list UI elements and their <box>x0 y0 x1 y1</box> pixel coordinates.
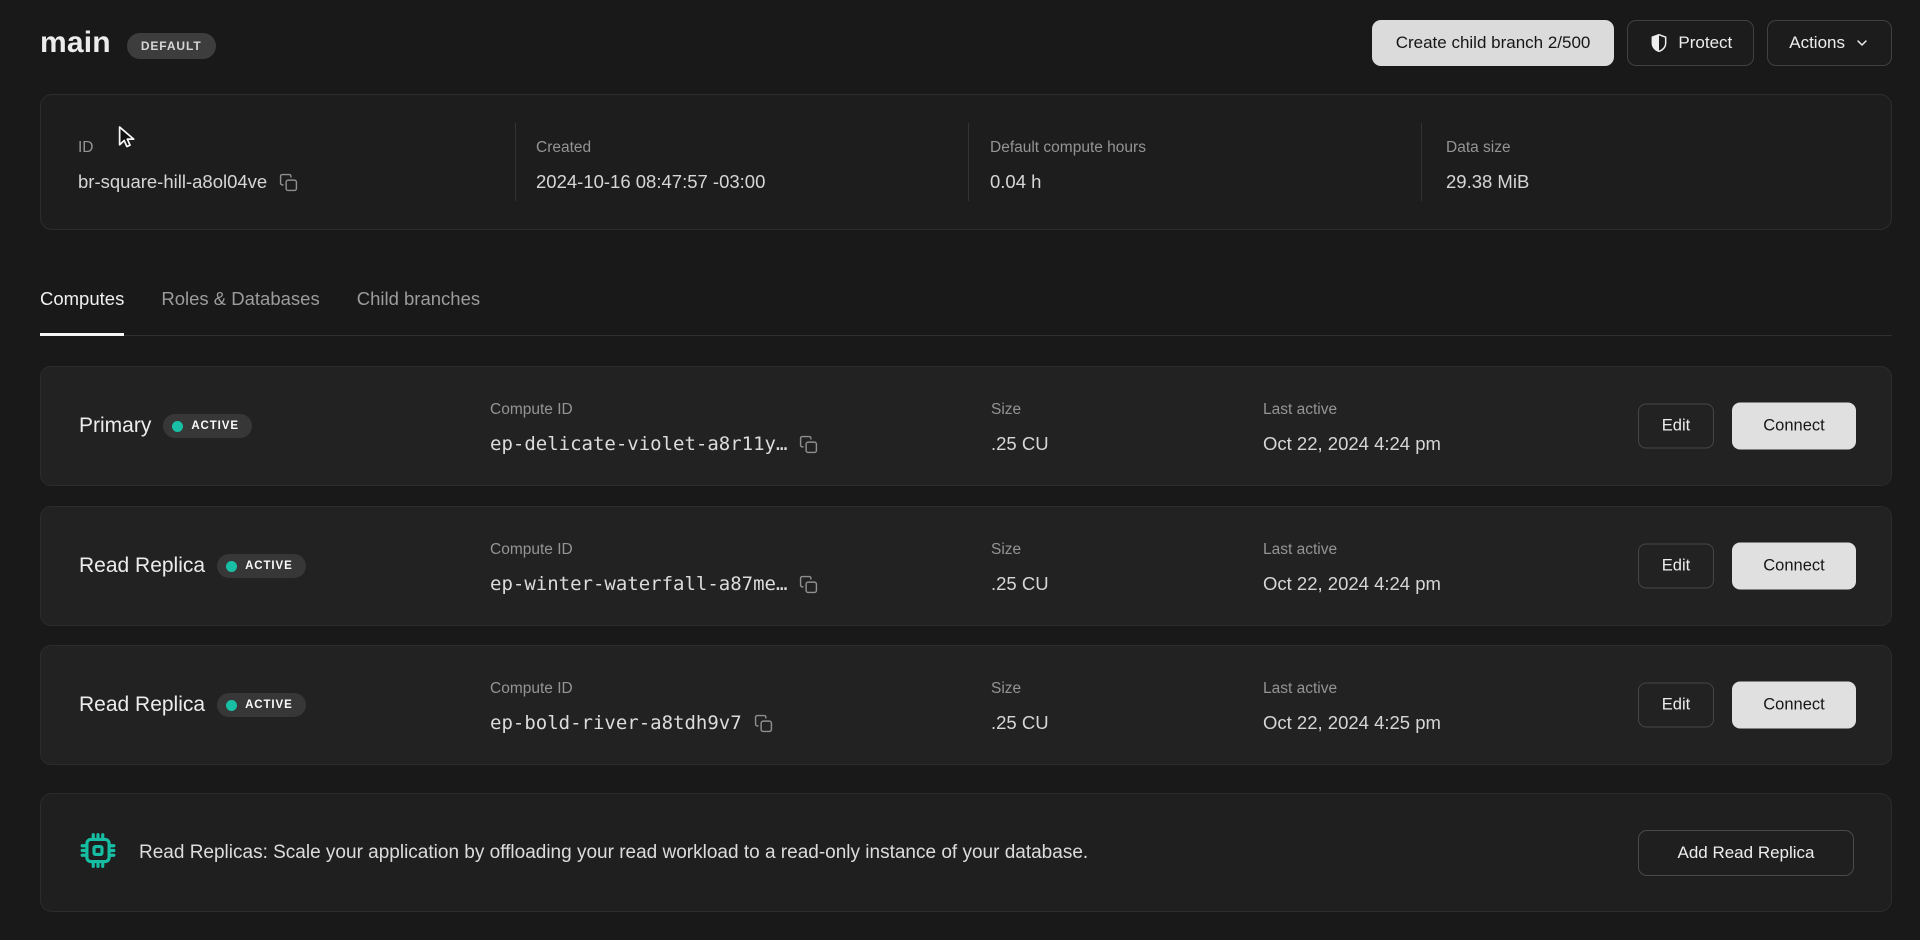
compute-hours-value: 0.04 h <box>990 171 1041 193</box>
tab-roles-databases[interactable]: Roles & Databases <box>161 286 319 336</box>
default-badge: DEFAULT <box>127 33 216 59</box>
created-value: 2024-10-16 08:47:57 -03:00 <box>536 171 765 193</box>
cpu-chip-icon <box>79 831 117 874</box>
compute-id-value: ep-delicate-violet-a8r11y… <box>490 433 787 455</box>
copy-icon[interactable] <box>799 575 818 594</box>
compute-row-read-replica-1: Read Replica ACTIVE Compute ID ep-winter… <box>40 506 1892 626</box>
connect-button[interactable]: Connect <box>1732 403 1856 450</box>
page-title: main <box>40 26 111 60</box>
last-active-value: Oct 22, 2024 4:24 pm <box>1263 433 1441 455</box>
actions-button[interactable]: Actions <box>1767 20 1892 66</box>
data-size-label: Data size <box>1446 139 1891 157</box>
edit-button[interactable]: Edit <box>1638 404 1714 449</box>
id-label: ID <box>78 139 515 157</box>
branch-id-value: br-square-hill-a8ol04ve <box>78 171 267 193</box>
last-active-field: Last active Oct 22, 2024 4:24 pm <box>1263 401 1441 455</box>
status-badge: ACTIVE <box>217 693 306 717</box>
edit-button[interactable]: Edit <box>1638 683 1714 728</box>
last-active-value: Oct 22, 2024 4:25 pm <box>1263 712 1441 734</box>
connect-button[interactable]: Connect <box>1732 543 1856 590</box>
status-badge: ACTIVE <box>217 554 306 578</box>
active-status-dot <box>172 421 183 432</box>
header-actions: Create child branch 2/500 Protect Action… <box>1372 20 1892 66</box>
compute-hours-label: Default compute hours <box>990 139 1421 157</box>
last-active-field: Last active Oct 22, 2024 4:24 pm <box>1263 541 1441 595</box>
compute-hours-field: Default compute hours 0.04 h <box>968 95 1421 229</box>
size-field: Size .25 CU <box>991 401 1049 455</box>
tab-computes[interactable]: Computes <box>40 286 124 336</box>
compute-name: Read Replica ACTIVE <box>79 693 306 717</box>
shield-icon <box>1649 33 1669 53</box>
compute-row-read-replica-2: Read Replica ACTIVE Compute ID ep-bold-r… <box>40 645 1892 765</box>
active-status-dot <box>226 561 237 572</box>
active-status-dot <box>226 700 237 711</box>
protect-button[interactable]: Protect <box>1627 20 1754 66</box>
last-active-value: Oct 22, 2024 4:24 pm <box>1263 573 1441 595</box>
add-read-replica-button[interactable]: Add Read Replica <box>1638 830 1854 876</box>
status-badge: ACTIVE <box>163 414 252 438</box>
copy-icon[interactable] <box>279 173 298 192</box>
read-replica-banner: Read Replicas: Scale your application by… <box>40 793 1892 912</box>
compute-id-value: ep-bold-river-a8tdh9v7 <box>490 712 742 734</box>
compute-id-value: ep-winter-waterfall-a87me… <box>490 573 787 595</box>
tab-child-branches[interactable]: Child branches <box>357 286 480 336</box>
compute-id-field: Compute ID ep-winter-waterfall-a87me… <box>490 541 818 595</box>
edit-button[interactable]: Edit <box>1638 544 1714 589</box>
chevron-down-icon <box>1854 35 1870 51</box>
compute-name: Primary ACTIVE <box>79 414 252 438</box>
size-value: .25 CU <box>991 573 1049 595</box>
read-replica-description: Read Replicas: Scale your application by… <box>139 842 1088 864</box>
branch-tabs: Computes Roles & Databases Child branche… <box>40 286 1892 336</box>
connect-button[interactable]: Connect <box>1732 682 1856 729</box>
compute-row-primary: Primary ACTIVE Compute ID ep-delicate-vi… <box>40 366 1892 486</box>
created-label: Created <box>536 139 968 157</box>
last-active-field: Last active Oct 22, 2024 4:25 pm <box>1263 680 1441 734</box>
branch-info-card: ID br-square-hill-a8ol04ve Created 2024-… <box>40 94 1892 230</box>
data-size-field: Data size 29.38 MiB <box>1421 95 1891 229</box>
created-field: Created 2024-10-16 08:47:57 -03:00 <box>515 95 968 229</box>
compute-id-field: Compute ID ep-bold-river-a8tdh9v7 <box>490 680 773 734</box>
branch-id-field: ID br-square-hill-a8ol04ve <box>41 95 515 229</box>
data-size-value: 29.38 MiB <box>1446 171 1529 193</box>
create-child-branch-button[interactable]: Create child branch 2/500 <box>1372 20 1615 66</box>
size-field: Size .25 CU <box>991 541 1049 595</box>
size-field: Size .25 CU <box>991 680 1049 734</box>
compute-id-field: Compute ID ep-delicate-violet-a8r11y… <box>490 401 818 455</box>
size-value: .25 CU <box>991 433 1049 455</box>
copy-icon[interactable] <box>799 435 818 454</box>
compute-name: Read Replica ACTIVE <box>79 554 306 578</box>
size-value: .25 CU <box>991 712 1049 734</box>
branch-header: main DEFAULT Create child branch 2/500 P… <box>40 18 1892 68</box>
copy-icon[interactable] <box>754 714 773 733</box>
